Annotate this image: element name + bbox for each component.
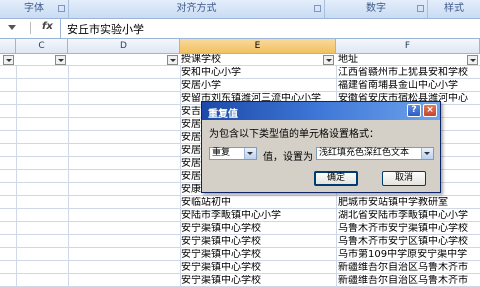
ribbon-group-number[interactable]: 数字 <box>325 0 428 18</box>
header-cell-school[interactable]: 授课学校 <box>181 54 323 66</box>
duplicate-values-dialog: 重复值 ? × 为包含以下类型值的单元格设置格式： 重复 值，设置为 浅红填充色… <box>201 101 441 193</box>
dialog-launcher-icon[interactable] <box>417 5 424 12</box>
school-cell[interactable]: 安陆市李畈镇中心小学 <box>181 210 323 222</box>
column-header-f[interactable]: F <box>336 39 480 53</box>
formula-input[interactable]: 安丘市实验小学 <box>67 21 144 37</box>
table-row: 安临站初中 肥城市安站镇中学教研室 <box>0 197 480 209</box>
filter-dropdown-icon[interactable] <box>3 55 14 65</box>
ribbon-group-font-label: 字体 <box>24 3 44 14</box>
format-select[interactable]: 浅红填充色深红色文本 <box>316 147 434 160</box>
chevron-down-icon[interactable] <box>421 148 433 159</box>
address-cell[interactable]: 乌鲁木齐市安宁区镇中心学校 <box>338 236 480 248</box>
column-header-d[interactable]: D <box>68 39 180 53</box>
table-row: 安宁渠镇中心学校 新疆维吾尔自治区乌鲁木齐市 <box>0 262 480 274</box>
school-cell[interactable]: 安宁渠镇中心学校 <box>181 223 323 235</box>
address-cell[interactable]: 福建省南埔县金山中心小学 <box>338 80 480 92</box>
address-cell[interactable]: 肥城市安站镇中学教研室 <box>338 197 480 209</box>
table-row: 安宁渠镇中心学校 新疆维吾尔自治区乌鲁木齐市 <box>0 275 480 287</box>
formula-bar: fx 安丘市实验小学 <box>0 19 480 39</box>
filter-dropdown-icon[interactable] <box>323 55 334 65</box>
name-box[interactable] <box>0 20 26 36</box>
select-all-corner[interactable] <box>0 39 16 53</box>
table-row: 安陆市李畈镇中心小学 湖北省安陆市李畈镇中心小学 <box>0 210 480 222</box>
school-cell[interactable]: 安宁渠镇中心学校 <box>181 236 323 248</box>
cancel-button[interactable]: 取消 <box>382 171 426 186</box>
table-row: 安和中心小学 江西省赣州市上犹县安和学校 <box>0 67 480 79</box>
address-cell[interactable]: 新疆维吾尔自治区乌鲁木齐市 <box>338 275 480 287</box>
format-selected: 浅红填充色深红色文本 <box>319 148 410 158</box>
school-cell[interactable]: 安宁渠镇中心学校 <box>181 262 323 274</box>
ribbon-group-bar: 字体 对齐方式 数字 样式 <box>0 0 480 19</box>
help-button[interactable]: ? <box>407 104 421 117</box>
ok-button[interactable]: 确定 <box>314 171 358 186</box>
filter-dropdown-icon[interactable] <box>55 55 66 65</box>
header-row: 授课学校 地址 <box>0 54 480 66</box>
school-cell[interactable]: 安和中心小学 <box>181 67 323 79</box>
value-type-selected: 重复 <box>212 148 231 158</box>
divider <box>60 19 61 38</box>
ribbon-group-font[interactable]: 字体 <box>0 0 69 18</box>
ribbon-group-number-label: 数字 <box>366 3 386 14</box>
dialog-launcher-icon[interactable] <box>58 5 65 12</box>
chevron-down-icon[interactable] <box>244 148 256 159</box>
ribbon-group-alignment[interactable]: 对齐方式 <box>69 0 325 18</box>
table-row: 安宁渠镇中心学校 乌鲁木齐市安宁区镇中心学校 <box>0 236 480 248</box>
address-cell[interactable]: 乌鲁木齐市安宁渠镇中心学校 <box>338 223 480 235</box>
dialog-title: 重复值 <box>208 109 238 120</box>
ribbon-group-alignment-label: 对齐方式 <box>176 3 217 14</box>
dialog-titlebar[interactable]: 重复值 ? × <box>202 102 440 120</box>
address-cell[interactable]: 湖北省安陆市李畈镇中心小学 <box>338 210 480 222</box>
dialog-prompt: 为包含以下类型值的单元格设置格式： <box>209 129 379 140</box>
school-cell[interactable]: 安宁渠镇中心学校 <box>181 249 323 261</box>
table-row: 安居小学 福建省南埔县金山中心小学 <box>0 80 480 92</box>
ribbon-group-styles-label: 样式 <box>444 3 464 14</box>
set-to-label: 值，设置为 <box>263 152 313 163</box>
column-header-bar: C D E F <box>0 39 480 54</box>
filter-dropdown-icon[interactable] <box>467 55 478 65</box>
school-cell[interactable]: 安宁渠镇中心学校 <box>181 275 323 287</box>
divider <box>30 22 31 34</box>
address-cell[interactable]: 新疆维吾尔自治区乌鲁木齐市 <box>338 262 480 274</box>
close-button[interactable]: × <box>423 104 437 117</box>
table-row: 安宁渠镇中心学校 乌鲁木齐市安宁渠镇中心学校 <box>0 223 480 235</box>
insert-function-icon[interactable]: fx <box>42 21 53 32</box>
school-cell[interactable]: 安临站初中 <box>181 197 323 209</box>
column-header-c[interactable]: C <box>16 39 68 53</box>
address-cell[interactable]: 乌市第109中学原安宁渠中学 <box>338 249 480 261</box>
school-cell[interactable]: 安居小学 <box>181 80 323 92</box>
value-type-select[interactable]: 重复 <box>209 147 257 160</box>
header-cell-address[interactable]: 地址 <box>338 54 480 66</box>
address-cell[interactable]: 江西省赣州市上犹县安和学校 <box>338 67 480 79</box>
table-row: 安宁渠镇中心学校 乌市第109中学原安宁渠中学 <box>0 249 480 261</box>
ribbon-group-styles[interactable]: 样式 <box>428 0 480 18</box>
dialog-launcher-icon[interactable] <box>314 5 321 12</box>
column-header-e[interactable]: E <box>180 39 336 53</box>
filter-dropdown-icon[interactable] <box>167 55 178 65</box>
chevron-down-icon[interactable] <box>8 25 16 30</box>
